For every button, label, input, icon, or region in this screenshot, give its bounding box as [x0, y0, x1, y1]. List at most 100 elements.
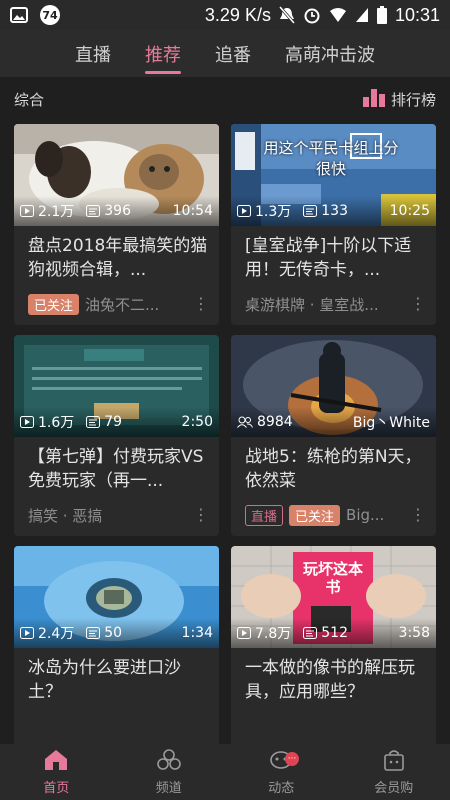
video-title: 一本做的像书的解压玩具，应用哪些？ — [245, 658, 415, 702]
shopping-bag-icon — [382, 749, 406, 775]
video-meta: 1.6万 79 2:50 — [14, 407, 219, 437]
video-card[interactable]: 玩坏这本书 7.8万 512 3:58 一本做的像书的解压玩具，应用哪些？ — [231, 546, 436, 747]
category-label: 桌游棋牌 · 皇室战... — [245, 295, 379, 314]
nav-dynamic[interactable]: ··· 动态 — [225, 744, 338, 800]
section-header: 综合 排行榜 — [0, 77, 450, 122]
view-count: 7.8万 — [255, 626, 292, 642]
nav-home-label: 首页 — [43, 780, 70, 796]
video-duration: 2:50 — [181, 414, 213, 430]
video-meta: 1.3万 133 10:25 — [231, 196, 436, 226]
nav-home[interactable]: 首页 — [0, 744, 113, 800]
video-thumbnail: 2.4万 50 1:34 — [14, 546, 219, 648]
live-tag: 直播 — [245, 504, 284, 526]
more-options-icon[interactable]: ⋮ — [193, 507, 209, 523]
uploader-name: 油兔不二... — [85, 295, 160, 314]
top-tab-bar: 直播 推荐 追番 高萌冲击波 — [0, 30, 450, 77]
viewer-count: 8984 — [257, 414, 293, 430]
card-footer: 直播 已关注 Big... ⋮ — [245, 504, 426, 526]
bottom-nav: 首页 频道 ··· 动态 会员购 — [0, 744, 450, 800]
ranking-button[interactable]: 排行榜 — [362, 88, 436, 111]
play-icon — [20, 205, 34, 217]
followed-tag: 已关注 — [28, 293, 80, 315]
play-icon — [237, 627, 251, 639]
notification-count-badge: 74 — [40, 5, 60, 25]
video-meta: 2.4万 50 1:34 — [14, 618, 219, 648]
followed-tag: 已关注 — [289, 504, 341, 526]
video-duration: 10:25 — [389, 203, 430, 219]
video-title: [皇室战争]十阶以下适用！无传奇卡，... — [245, 236, 412, 280]
video-card[interactable]: 1.6万 79 2:50 【第七弹】付费玩家VS免费玩家（再一... 搞笑 · … — [14, 335, 219, 536]
section-title: 综合 — [14, 91, 45, 109]
danmaku-icon — [303, 627, 318, 639]
thumbnail-caption: 用这个平民卡组上分很快 — [263, 139, 399, 178]
danmaku-count: 50 — [104, 625, 123, 641]
status-bar: 74 3.29 K/s 10:31 — [0, 0, 450, 30]
video-card[interactable]: 2.1万 396 10:54 盘点2018年最搞笑的猫狗视频合辑，... 已关注… — [14, 124, 219, 325]
more-options-icon[interactable]: ⋮ — [410, 507, 426, 523]
video-card[interactable]: 2.4万 50 1:34 冰岛为什么要进口沙土？ — [14, 546, 219, 747]
video-duration: 3:58 — [398, 625, 430, 641]
view-count: 2.1万 — [38, 204, 75, 220]
video-grid: 2.1万 396 10:54 盘点2018年最搞笑的猫狗视频合辑，... 已关注… — [14, 124, 436, 747]
nav-channel[interactable]: 频道 — [113, 744, 226, 800]
danmaku-count: 396 — [104, 203, 131, 219]
video-title: 【第七弹】付费玩家VS免费玩家（再一... — [28, 447, 204, 491]
nav-shop-label: 会员购 — [374, 780, 414, 796]
video-title: 冰岛为什么要进口沙土？ — [28, 658, 181, 702]
viewers-icon — [237, 416, 253, 428]
video-thumbnail: 玩坏这本书 7.8万 512 3:58 — [231, 546, 436, 648]
ranking-icon — [362, 88, 385, 111]
danmaku-icon — [86, 416, 101, 428]
streamer-footer-name: Big... — [346, 506, 385, 524]
danmaku-count: 133 — [321, 203, 348, 219]
danmaku-icon — [86, 205, 101, 217]
video-thumbnail: 用这个平民卡组上分很快 1.3万 133 10:25 — [231, 124, 436, 226]
wifi-icon — [329, 7, 347, 23]
nav-channel-label: 频道 — [155, 780, 182, 796]
image-icon — [10, 7, 28, 23]
nav-shop[interactable]: 会员购 — [338, 744, 450, 800]
video-duration: 1:34 — [181, 625, 213, 641]
signal-icon — [355, 7, 369, 23]
nav-dynamic-label: 动态 — [268, 780, 295, 796]
battery-icon — [376, 6, 387, 24]
danmaku-count: 79 — [104, 414, 123, 430]
home-icon — [44, 749, 68, 775]
play-icon — [20, 627, 34, 639]
mute-bell-icon — [278, 6, 295, 24]
clock-time: 10:31 — [394, 4, 440, 25]
live-thumbnail: 8984 Big丶White — [231, 335, 436, 437]
channel-icon — [156, 748, 181, 775]
tab-cute-impact[interactable]: 高萌冲击波 — [285, 30, 375, 77]
card-footer: 搞笑 · 恶搞 ⋮ — [28, 504, 209, 526]
play-icon — [237, 205, 251, 217]
card-footer: 桌游棋牌 · 皇室战... ⋮ — [245, 293, 426, 315]
ranking-label: 排行榜 — [390, 91, 436, 109]
video-thumbnail: 2.1万 396 10:54 — [14, 124, 219, 226]
category-label: 搞笑 · 恶搞 — [28, 506, 103, 525]
video-thumbnail: 1.6万 79 2:50 — [14, 335, 219, 437]
alarm-icon — [303, 6, 321, 24]
tab-live[interactable]: 直播 — [75, 30, 111, 77]
live-meta: 8984 Big丶White — [231, 407, 436, 437]
danmaku-icon — [86, 627, 101, 639]
video-meta: 2.1万 396 10:54 — [14, 196, 219, 226]
more-options-icon[interactable]: ⋮ — [193, 296, 209, 312]
view-count: 1.3万 — [255, 204, 292, 220]
view-count: 1.6万 — [38, 415, 75, 431]
danmaku-count: 512 — [321, 625, 348, 641]
card-footer: 已关注 油兔不二... ⋮ — [28, 293, 209, 315]
video-title: 盘点2018年最搞笑的猫狗视频合辑，... — [28, 236, 208, 280]
video-card[interactable]: 用这个平民卡组上分很快 1.3万 133 10:25 [皇室战争]十阶以下适用！… — [231, 124, 436, 325]
danmaku-icon — [303, 205, 318, 217]
live-card[interactable]: 8984 Big丶White 战地5：练枪的第N天，依然菜 直播 已关注 Big… — [231, 335, 436, 536]
tab-recommend[interactable]: 推荐 — [145, 30, 181, 77]
notification-badge: ··· — [285, 752, 299, 766]
more-options-icon[interactable]: ⋮ — [410, 296, 426, 312]
streamer-name: Big丶White — [352, 415, 430, 431]
book-cover-text: 玩坏这本书 — [302, 560, 363, 596]
video-duration: 10:54 — [172, 203, 213, 219]
view-count: 2.4万 — [38, 626, 75, 642]
network-speed: 3.29 K/s — [204, 4, 271, 25]
tab-anime[interactable]: 追番 — [215, 30, 251, 77]
